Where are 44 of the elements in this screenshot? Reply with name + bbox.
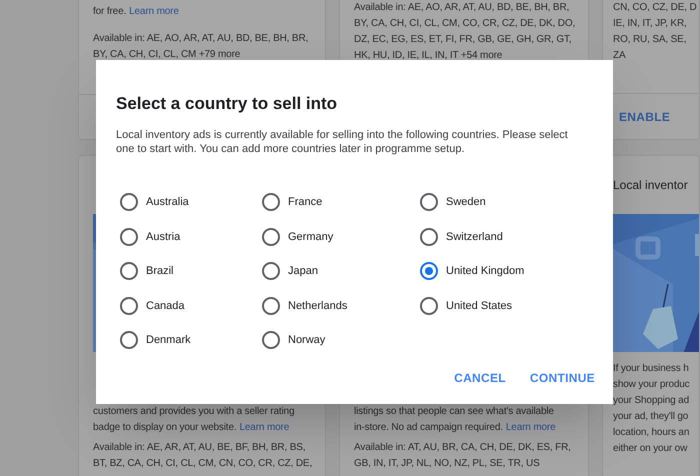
- radio-option[interactable]: Netherlands: [262, 288, 348, 323]
- card-text: RO, RU, SA, SE,: [613, 33, 686, 47]
- radio-option[interactable]: Denmark: [120, 323, 191, 358]
- card-text: Available in: AE, AO, AR, AT, AU, BD, BE, BH, BR,: [354, 1, 570, 15]
- radio-option[interactable]: Sweden: [420, 185, 486, 220]
- radio-option[interactable]: Austria: [120, 220, 180, 254]
- radio-option[interactable]: Japan: [262, 254, 318, 288]
- card-text: Available in: AT, AU, BR, CA, CH, DE, DK, ES, FR,: [354, 441, 571, 455]
- dialog-description: Local inventory ads is currently available for selling into the following countries. Please select one to start with. You can add more countries later in programme setup.: [116, 129, 569, 156]
- card-text: GB, IN, IT, JP, NL, NO, NZ, PL, SE, TR, US: [354, 457, 540, 471]
- card-text: BY, CA, CH, CI, CL, CM +79 more: [93, 48, 240, 62]
- radio-option[interactable]: Switzerland: [420, 220, 503, 254]
- card-text: badge to display on your website.: [93, 421, 236, 435]
- card-text: DZ, EC, EG, ES, ET, FI, FR, GB, GE, GH, GR, GT,: [354, 33, 572, 47]
- dialog-button[interactable]: CONTINUE: [520, 364, 605, 392]
- card-text: Available in: AE, AR, AT, AU, BE, BF, BH, BR, BS,: [93, 441, 306, 455]
- card-text: CN, CO, CZ, DE, D: [613, 1, 697, 15]
- card-text: HK, HU, ID, IE, IL, IN, IT +54 more: [354, 49, 502, 63]
- card-text: listings so that people can see what's available: [354, 405, 554, 419]
- card-text: your Shopping ad: [613, 394, 689, 408]
- card-text: customers and provides you with a seller rating: [93, 405, 294, 419]
- card-text: ZA: [613, 49, 626, 63]
- card-text: show your produc: [613, 378, 690, 392]
- radio-option[interactable]: Canada: [120, 288, 185, 323]
- card-text: IE, IN, IT, JP, KR,: [613, 17, 687, 31]
- radio-option[interactable]: Germany: [262, 220, 334, 254]
- radio-option[interactable]: United States: [420, 288, 512, 323]
- card-text: either on your ow: [613, 442, 688, 456]
- card-text: your ad, they'll go: [613, 410, 688, 424]
- card-text: Available in: AE, AO, AR, AT, AU, BD, BE, BH, BR,: [93, 32, 308, 46]
- dialog-button[interactable]: CANCEL: [444, 364, 516, 392]
- card-title: Local inventor: [613, 178, 688, 192]
- card-text: in-store. No ad campaign required.: [354, 421, 503, 435]
- radio-option[interactable]: United Kingdom: [420, 254, 524, 288]
- dialog-title: Select a country to sell into: [115, 93, 338, 115]
- card-text: for free.: [93, 5, 126, 19]
- card-text: location, hours an: [613, 426, 690, 440]
- radio-option[interactable]: Norway: [262, 323, 326, 358]
- radio-option[interactable]: Brazil: [120, 254, 174, 288]
- card-text: If your business h: [613, 362, 689, 376]
- card-text: BT, BZ, CA, CH, CI, CL, CM, CN, CO, CR, CZ, DE,: [93, 457, 312, 471]
- radio-option[interactable]: Australia: [120, 185, 189, 220]
- card-text: BY, CA, CH, CI, CL, CM, CO, CR, CZ, DE, DK, DO,: [354, 17, 576, 31]
- radio-option[interactable]: France: [262, 185, 322, 220]
